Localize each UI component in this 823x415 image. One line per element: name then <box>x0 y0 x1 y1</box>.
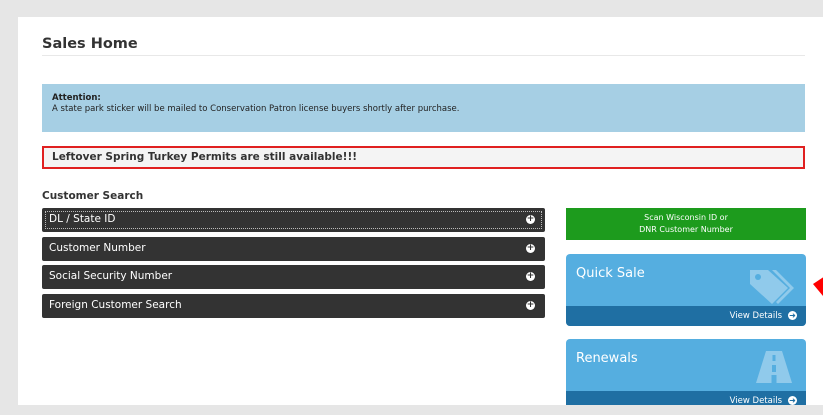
customer-search-heading: Customer Search <box>42 190 144 202</box>
scan-line-1: Scan Wisconsin ID or <box>644 213 728 222</box>
accordion-label: Social Security Number <box>49 270 173 282</box>
attention-alert: Attention: A state park sticker will be … <box>42 84 805 132</box>
tile-footer-label: View Details <box>729 396 782 405</box>
title-divider <box>42 55 805 56</box>
accordion-label: Foreign Customer Search <box>49 299 182 311</box>
attention-heading: Attention: <box>52 93 101 103</box>
arrow-right-circle-icon: ➜ <box>788 311 797 320</box>
page-title: Sales Home <box>42 36 138 52</box>
attention-message: A state park sticker will be mailed to C… <box>52 104 460 115</box>
accordion-customer-number[interactable]: Customer Number + <box>42 237 545 261</box>
scan-id-button[interactable]: Scan Wisconsin ID or DNR Customer Number <box>566 208 806 240</box>
tile-label: Quick Sale <box>576 266 645 281</box>
plus-circle-icon: + <box>526 243 535 253</box>
accordion-foreign-customer-search[interactable]: Foreign Customer Search + <box>42 294 545 318</box>
tile-footer-label: View Details <box>729 311 782 321</box>
accordion-social-security-number[interactable]: Social Security Number + <box>42 265 545 289</box>
quick-sale-tile[interactable]: Quick Sale View Details ➜ <box>566 254 806 326</box>
road-icon <box>754 349 794 389</box>
scan-line-2: DNR Customer Number <box>639 225 733 234</box>
renewals-tile[interactable]: Renewals View Details ➜ <box>566 339 806 405</box>
tag-icon <box>746 264 794 310</box>
accordion-dl-state-id[interactable]: DL / State ID + <box>42 208 545 232</box>
arrow-right-circle-icon: ➜ <box>788 396 797 405</box>
red-pointer-arrow-icon <box>813 262 823 326</box>
sales-home-panel: Sales Home Attention: A state park stick… <box>18 17 823 405</box>
tile-label: Renewals <box>576 351 638 366</box>
tile-footer-view-details[interactable]: View Details ➜ <box>566 391 806 405</box>
plus-circle-icon: + <box>526 300 535 310</box>
tile-footer-view-details[interactable]: View Details ➜ <box>566 306 806 326</box>
accordion-label: Customer Number <box>49 242 146 254</box>
plus-circle-icon: + <box>526 271 535 281</box>
leftover-permits-notice: Leftover Spring Turkey Permits are still… <box>42 146 805 169</box>
accordion-label: DL / State ID <box>49 213 116 225</box>
plus-circle-icon: + <box>526 214 535 224</box>
